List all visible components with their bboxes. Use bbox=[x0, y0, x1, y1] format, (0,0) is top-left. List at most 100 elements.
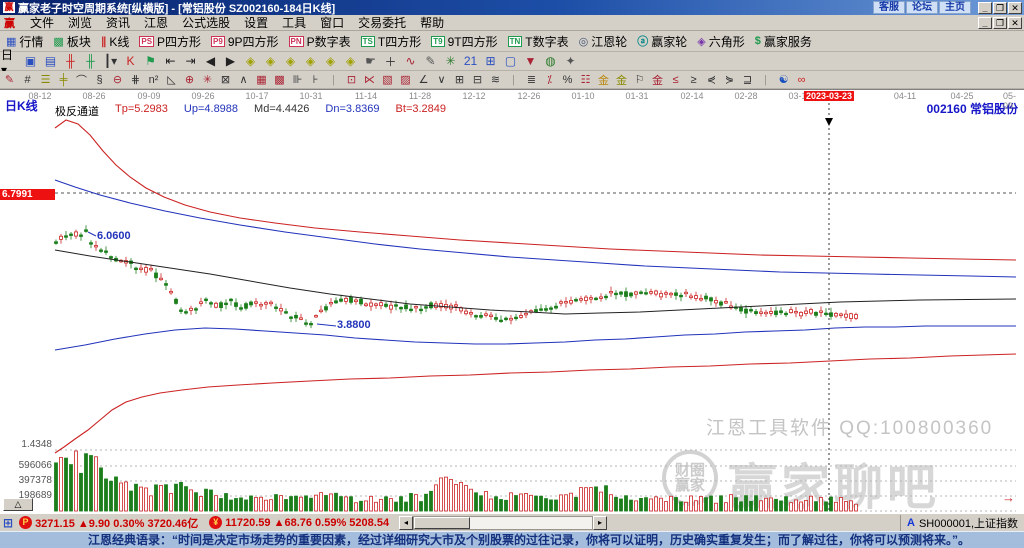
arc-tool-icon[interactable]: ⌒ bbox=[73, 73, 90, 87]
next-bar-button-icon[interactable]: ▶ bbox=[221, 53, 240, 69]
window-restore-button[interactable]: ❐ bbox=[993, 2, 1007, 14]
titlebar-link-论坛[interactable]: 论坛 bbox=[906, 1, 938, 14]
wave-tool-icon[interactable]: ∿ bbox=[401, 53, 420, 69]
window-close-button[interactable]: ✕ bbox=[1008, 2, 1022, 14]
child-window-close-button[interactable]: ✕ bbox=[1008, 17, 1022, 29]
last-page-button-icon[interactable]: ⇥ bbox=[181, 53, 200, 69]
gold-red-tool-icon[interactable]: 金 bbox=[649, 73, 666, 87]
steps-tool-icon[interactable]: ≥ bbox=[685, 73, 702, 87]
window-minimize-button[interactable]: _ bbox=[978, 2, 992, 14]
index-quote-2[interactable]: ¥11720.59 ▲68.76 0.59% 5208.54 bbox=[206, 516, 397, 529]
menu-交易委托[interactable]: 交易委托 bbox=[351, 15, 413, 31]
index-quote-1[interactable]: P3271.15 ▲9.90 0.30% 3720.46亿 bbox=[16, 515, 206, 531]
percent-retrace-tool-icon[interactable]: ⁒ bbox=[541, 73, 558, 87]
table-tool-icon[interactable]: ⊞ bbox=[451, 73, 468, 87]
menu-资讯[interactable]: 资讯 bbox=[99, 15, 137, 31]
flag-marker-icon-icon[interactable]: ⚑ bbox=[141, 53, 160, 69]
winner-wheel-button[interactable]: ⓐ赢家轮 bbox=[633, 32, 691, 50]
save-button-icon[interactable]: ▼ bbox=[521, 53, 540, 69]
spiral-tool-icon[interactable]: § bbox=[91, 73, 108, 87]
knife-tool-icon[interactable]: ⚐ bbox=[631, 73, 648, 87]
winner-service-button[interactable]: $赢家服务 bbox=[751, 32, 816, 50]
cross-grid-tool-icon[interactable]: ╪ bbox=[55, 73, 72, 87]
menu-浏览[interactable]: 浏览 bbox=[61, 15, 99, 31]
scroll-right-button[interactable]: ▸ bbox=[593, 516, 607, 530]
bands-tool-icon[interactable]: ≣ bbox=[523, 73, 540, 87]
yinyang-tool-icon[interactable]: ☯ bbox=[775, 73, 792, 87]
angle-tool-icon[interactable]: ◺ bbox=[163, 73, 180, 87]
hlines-tool-icon[interactable]: ☰ bbox=[37, 73, 54, 87]
menu-江恩[interactable]: 江恩 bbox=[137, 15, 175, 31]
child-window-minimize-button[interactable]: _ bbox=[978, 17, 992, 29]
gold-bar-tool-icon[interactable]: 金 bbox=[613, 73, 630, 87]
boxgrid-tool-icon[interactable]: ⊠ bbox=[217, 73, 234, 87]
titlebar-link-客服[interactable]: 客服 bbox=[873, 1, 905, 14]
scrollbar-track[interactable] bbox=[413, 516, 593, 530]
back-tool-icon[interactable]: ⋟ bbox=[721, 73, 738, 87]
web-button-icon[interactable]: ◍ bbox=[541, 53, 560, 69]
hexagon-button[interactable]: ◈六角形 bbox=[693, 32, 748, 50]
gann-wheel-button[interactable]: ◎江恩轮 bbox=[575, 32, 632, 50]
gann-diamond-2-icon[interactable]: ◈ bbox=[261, 53, 280, 69]
percent-tool-icon[interactable]: % bbox=[559, 73, 576, 87]
gann-diamond-6-icon[interactable]: ◈ bbox=[341, 53, 360, 69]
gann-diamond-1-icon[interactable]: ◈ bbox=[241, 53, 260, 69]
infinity-tool-icon[interactable]: ∞ bbox=[793, 73, 810, 87]
grid-tool-icon[interactable]: # bbox=[19, 73, 36, 87]
seat-tool-icon[interactable]: ⊒ bbox=[739, 73, 756, 87]
horizontal-scrollbar[interactable]: ◂ ▸ bbox=[399, 516, 607, 530]
gann-diamond-4-icon[interactable]: ◈ bbox=[301, 53, 320, 69]
info-page-icon-icon[interactable]: ▤ bbox=[41, 53, 60, 69]
pattern-tool-icon[interactable]: ✳ bbox=[441, 53, 460, 69]
pen-tool-icon[interactable]: ✎ bbox=[1, 73, 18, 87]
gold-circle-tool-icon[interactable]: 金 bbox=[595, 73, 612, 87]
t9-square-button[interactable]: T99T四方形 bbox=[427, 32, 501, 50]
comb-tool-icon[interactable]: ⋕ bbox=[127, 73, 144, 87]
calendar-21-button-icon[interactable]: 21 bbox=[461, 53, 480, 69]
angle2-tool-icon[interactable]: ∠ bbox=[415, 73, 432, 87]
layout-screen-icon-icon[interactable]: ▣ bbox=[21, 53, 40, 69]
menu-帮助[interactable]: 帮助 bbox=[413, 15, 451, 31]
notepad-button-icon[interactable]: ▢ bbox=[501, 53, 520, 69]
cycle-tool-icon[interactable]: ⊖ bbox=[109, 73, 126, 87]
vee-tool-icon[interactable]: ∨ bbox=[433, 73, 450, 87]
kline-red-icon-icon[interactable]: ╫ bbox=[61, 53, 80, 69]
menu-文件[interactable]: 文件 bbox=[23, 15, 61, 31]
scrollbar-thumb[interactable] bbox=[414, 517, 470, 529]
sectors-button[interactable]: ▩板块 bbox=[49, 32, 94, 50]
menu-设置[interactable]: 设置 bbox=[237, 15, 275, 31]
scroll-left-button[interactable]: ◂ bbox=[399, 516, 413, 530]
titlebar-link-主页[interactable]: 主页 bbox=[939, 1, 971, 14]
forward-tool-icon[interactable]: ⋞ bbox=[703, 73, 720, 87]
gann-diamond-3-icon[interactable]: ◈ bbox=[281, 53, 300, 69]
gann-diamond-5-icon[interactable]: ◈ bbox=[321, 53, 340, 69]
shade2-tool-icon[interactable]: ▨ bbox=[397, 73, 414, 87]
kline-box-icon-icon[interactable]: K bbox=[121, 53, 140, 69]
first-page-button-icon[interactable]: ⇤ bbox=[161, 53, 180, 69]
waves-tool-icon[interactable]: ≋ bbox=[487, 73, 504, 87]
tools-button-icon[interactable]: ✦ bbox=[561, 53, 580, 69]
menu-公式选股[interactable]: 公式选股 bbox=[175, 15, 237, 31]
ruler-tool-icon[interactable]: ⊟ bbox=[469, 73, 486, 87]
target-tool-icon[interactable]: ⊕ bbox=[181, 73, 198, 87]
current-index-panel[interactable]: A SH000001,上证指数 bbox=[900, 515, 1024, 531]
shade-tool-icon[interactable]: ▧ bbox=[379, 73, 396, 87]
t-table-button[interactable]: TNT数字表 bbox=[504, 32, 573, 50]
peak-tool-icon[interactable]: ∧ bbox=[235, 73, 252, 87]
child-window-restore-button[interactable]: ❐ bbox=[993, 17, 1007, 29]
menu-工具[interactable]: 工具 bbox=[275, 15, 313, 31]
kline-chart[interactable] bbox=[0, 90, 1024, 514]
p-table-button[interactable]: PNP数字表 bbox=[285, 32, 355, 50]
scroll-right-arrow[interactable]: → bbox=[1002, 490, 1015, 505]
candle-style-dropdown-icon[interactable]: ┃▾ bbox=[101, 53, 120, 69]
hand-tool-icon[interactable]: ☛ bbox=[361, 53, 380, 69]
chart-area[interactable]: 江恩工具软件 QQ:100800360 财圈 赢家 赢家聊吧 日K线 00216… bbox=[0, 89, 1024, 513]
t-square-button[interactable]: TST四方形 bbox=[357, 32, 426, 50]
star-tool-icon[interactable]: ✳ bbox=[199, 73, 216, 87]
frame-tool-icon[interactable]: ⊡ bbox=[343, 73, 360, 87]
keyboard-wizard-icon[interactable]: ⊞ bbox=[3, 516, 13, 530]
p9-square-button[interactable]: P99P四方形 bbox=[207, 32, 282, 50]
p-square-button[interactable]: PSP四方形 bbox=[135, 32, 205, 50]
fan-tool-icon[interactable]: ⋉ bbox=[361, 73, 378, 87]
crosshair-tool-icon[interactable]: ＋ bbox=[381, 53, 400, 69]
